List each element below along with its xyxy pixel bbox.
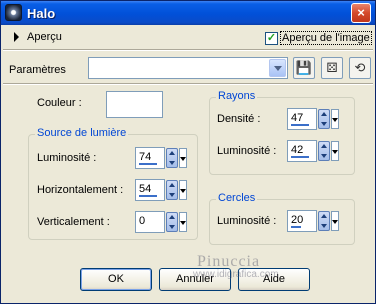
spin-arrows-icon[interactable] [166, 212, 178, 232]
params-label: Paramètres [9, 64, 66, 76]
light-brightness-input[interactable]: 74 [135, 147, 165, 169]
rays-brightness-label: Luminosité : [217, 145, 277, 157]
light-brightness-label: Luminosité : [37, 152, 97, 164]
color-label: Couleur : [37, 97, 82, 109]
dropdown-arrow-icon[interactable] [331, 141, 339, 161]
divider [3, 49, 373, 51]
spin-arrows-icon[interactable] [166, 148, 178, 168]
save-preset-button[interactable]: 💾 [293, 57, 315, 79]
preview-toggle-label[interactable]: Aperçu [27, 31, 62, 43]
spin-arrows-icon[interactable] [318, 211, 330, 231]
rays-density-value: 47 [291, 112, 304, 124]
watermark-url: www.idigrafica.com [193, 269, 279, 280]
circles-brightness-value: 20 [291, 214, 304, 226]
horizontal-value: 54 [139, 183, 152, 195]
light-source-legend: Source de lumière [35, 127, 129, 139]
color-swatch[interactable] [106, 91, 163, 118]
divider [3, 83, 373, 85]
ok-button[interactable]: OK [80, 268, 152, 291]
preview-checkbox-label[interactable]: Aperçu de l'image [280, 31, 372, 45]
rays-density-input[interactable]: 47 [287, 108, 317, 130]
vertical-label: Verticalement : [37, 216, 110, 228]
dropdown-arrow-icon[interactable] [331, 211, 339, 231]
spin-arrows-icon[interactable] [318, 141, 330, 161]
light-brightness-value: 74 [139, 151, 152, 163]
vertical-value: 0 [139, 215, 146, 227]
dropdown-arrow-icon[interactable] [179, 180, 187, 200]
preview-checkbox[interactable]: ✓ [265, 31, 278, 45]
dropdown-arrow-icon[interactable] [179, 212, 187, 232]
value-bar [291, 226, 301, 228]
halo-dialog: Halo × Aperçu ✓ Aperçu de l'image Paramè… [0, 0, 376, 304]
circles-brightness-input[interactable]: 20 [287, 210, 317, 232]
spin-arrows-icon[interactable] [166, 180, 178, 200]
preview-checkbox-group[interactable]: ✓ Aperçu de l'image [265, 31, 372, 45]
circles-brightness-label: Luminosité : [217, 215, 277, 227]
expand-arrow-icon[interactable] [14, 32, 19, 42]
value-bar [291, 124, 309, 126]
value-bar [291, 156, 309, 158]
circles-legend: Cercles [216, 192, 258, 204]
params-dropdown[interactable] [88, 57, 288, 79]
horizontal-input[interactable]: 54 [135, 179, 165, 201]
rays-density-label: Densité : [217, 113, 261, 125]
app-icon [5, 4, 22, 21]
rays-brightness-value: 42 [291, 144, 304, 156]
rays-brightness-input[interactable]: 42 [287, 140, 317, 162]
horizontal-label: Horizontalement : [37, 184, 124, 196]
value-bar [139, 195, 157, 197]
vertical-input[interactable]: 0 [135, 211, 165, 233]
random-dice-button[interactable]: ⚄ [321, 57, 343, 79]
dropdown-arrow-icon[interactable] [331, 109, 339, 129]
title-bar[interactable]: Halo × [1, 1, 375, 25]
spin-arrows-icon[interactable] [318, 109, 330, 129]
chevron-down-icon[interactable] [269, 59, 286, 77]
reset-button[interactable]: ⟲ [349, 57, 371, 79]
rays-legend: Rayons [216, 90, 258, 102]
close-button[interactable]: × [351, 3, 371, 23]
dropdown-arrow-icon[interactable] [179, 148, 187, 168]
value-bar [139, 163, 157, 165]
window-title: Halo [27, 6, 56, 21]
